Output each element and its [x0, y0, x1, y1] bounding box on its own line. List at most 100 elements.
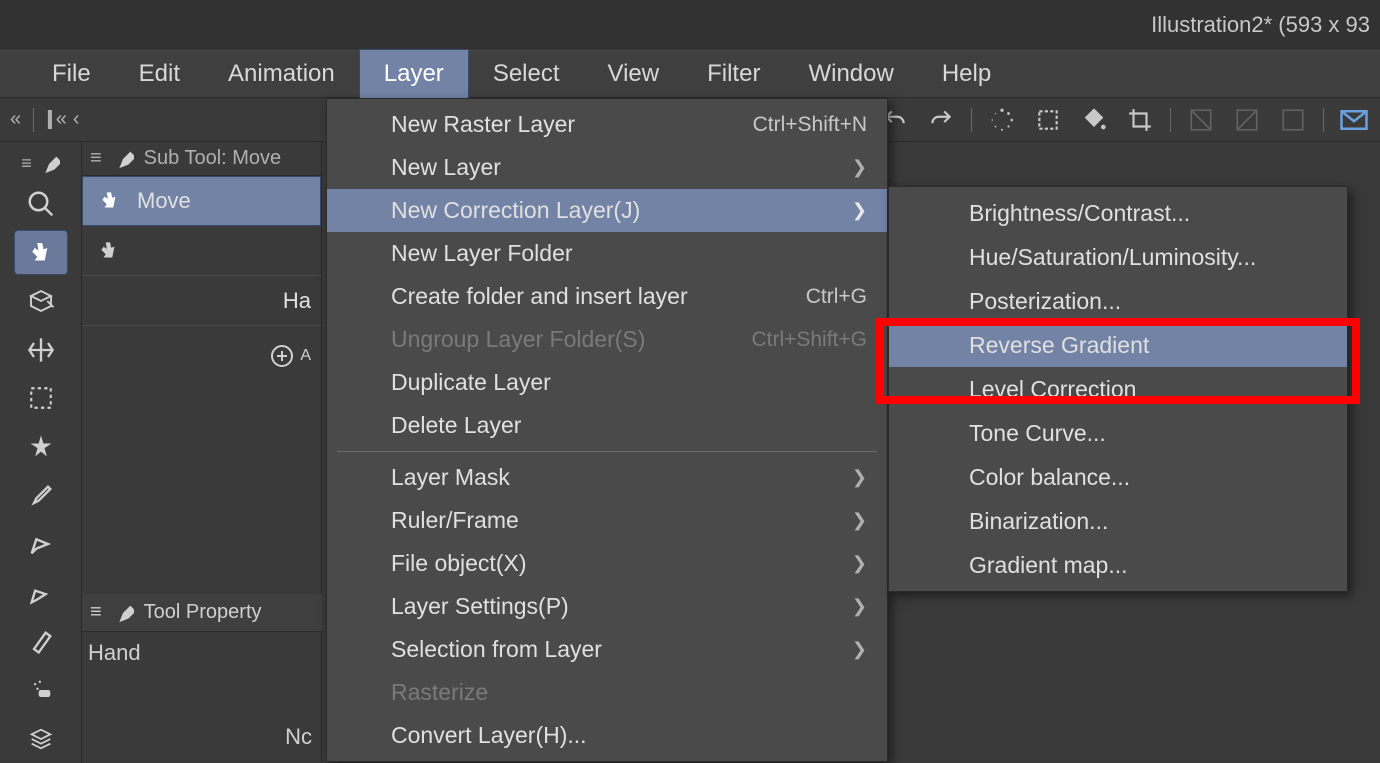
menu-animation[interactable]: Animation — [204, 50, 359, 98]
chevron-right-icon: ❯ — [852, 200, 867, 221]
auto-select-tool[interactable] — [14, 425, 68, 470]
menu-create-folder-insert[interactable]: Create folder and insert layer Ctrl+G — [327, 275, 887, 318]
chevron-double-left-icon[interactable]: « — [56, 108, 67, 131]
snap-ruler-icon[interactable] — [1225, 101, 1269, 139]
chevron-right-icon: ❯ — [852, 639, 867, 660]
toolbar-right — [873, 98, 1380, 142]
tool-property-name: Hand — [82, 632, 322, 674]
divider — [33, 108, 34, 132]
move-layer-tool[interactable] — [14, 328, 68, 373]
decoration-tool[interactable] — [14, 716, 68, 761]
subtool-move-label: Move — [137, 188, 191, 214]
menu-lines-icon: ≡ — [21, 153, 32, 174]
chevron-right-icon: ❯ — [852, 596, 867, 617]
chevron-right-icon: ❯ — [852, 157, 867, 178]
subtool-header-bar[interactable]: ≡ Sub Tool: Move — [82, 142, 321, 176]
loading-spinner-icon[interactable] — [980, 101, 1024, 139]
submenu-hue-saturation[interactable]: Hue/Saturation/Luminosity... — [889, 235, 1347, 279]
menu-layer-mask[interactable]: Layer Mask ❯ — [327, 456, 887, 499]
divider — [1170, 108, 1171, 132]
menu-view[interactable]: View — [584, 50, 684, 98]
chevron-right-icon: ❯ — [852, 553, 867, 574]
submenu-tone-curve[interactable]: Tone Curve... — [889, 411, 1347, 455]
menu-bar: File Edit Animation Layer Select View Fi… — [0, 50, 1380, 98]
subtool-hand-row[interactable] — [82, 226, 321, 276]
submenu-posterization[interactable]: Posterization... — [889, 279, 1347, 323]
chevron-right-icon: ❯ — [852, 510, 867, 531]
menu-new-correction-layer[interactable]: New Correction Layer(J) ❯ — [327, 189, 887, 232]
brush-icon — [38, 153, 60, 175]
menu-edit[interactable]: Edit — [115, 50, 204, 98]
fill-icon[interactable] — [1072, 101, 1116, 139]
menu-selection-from-layer[interactable]: Selection from Layer ❯ — [327, 628, 887, 671]
pencil-tool[interactable] — [14, 571, 68, 616]
tool-palette: ≡ — [0, 142, 82, 763]
clear-icon[interactable] — [1026, 101, 1070, 139]
tool-property-header[interactable]: ≡ Tool Property — [82, 594, 322, 632]
menu-lines-icon: ≡ — [90, 601, 102, 624]
subtool-move-row[interactable]: Move — [82, 176, 321, 226]
hand-icon — [97, 188, 123, 214]
submenu-gradient-map[interactable]: Gradient map... — [889, 543, 1347, 587]
airbrush-tool[interactable] — [14, 668, 68, 713]
add-label-partial: A — [300, 347, 311, 365]
crop-icon[interactable] — [1118, 101, 1162, 139]
palette-handle[interactable]: ≡ — [21, 148, 60, 180]
menu-file[interactable]: File — [28, 50, 115, 98]
menu-rasterize: Rasterize — [327, 671, 887, 714]
menu-duplicate-layer[interactable]: Duplicate Layer — [327, 361, 887, 404]
title-bar: Illustration2* (593 x 93 — [0, 0, 1380, 50]
submenu-color-balance[interactable]: Color balance... — [889, 455, 1347, 499]
tool-property-panel: ≡ Tool Property Hand Nc — [82, 594, 322, 750]
subtool-footer: A — [82, 326, 321, 368]
divider — [971, 108, 972, 132]
chevron-double-left-icon[interactable]: « — [10, 108, 21, 131]
submenu-level-correction[interactable]: Level Correction — [889, 367, 1347, 411]
submenu-reverse-gradient[interactable]: Reverse Gradient — [889, 323, 1347, 367]
hand-icon — [96, 238, 122, 264]
brush-icon — [112, 148, 134, 170]
menu-delete-layer[interactable]: Delete Layer — [327, 404, 887, 447]
menu-layer[interactable]: Layer — [359, 49, 469, 99]
menu-help[interactable]: Help — [918, 50, 1015, 98]
menu-window[interactable]: Window — [784, 50, 917, 98]
pen-tool[interactable] — [14, 522, 68, 567]
move-tool[interactable] — [14, 230, 68, 275]
menu-select[interactable]: Select — [469, 50, 584, 98]
snap-grid-icon[interactable] — [1179, 101, 1223, 139]
separator — [337, 451, 877, 452]
correction-layer-submenu: Brightness/Contrast... Hue/Saturation/Lu… — [888, 186, 1348, 592]
document-title: Illustration2* (593 x 93 — [1151, 12, 1370, 38]
submenu-brightness-contrast[interactable]: Brightness/Contrast... — [889, 191, 1347, 235]
eyedropper-tool[interactable] — [14, 473, 68, 518]
menu-new-raster-layer[interactable]: New Raster Layer Ctrl+Shift+N — [327, 103, 887, 146]
submenu-binarization[interactable]: Binarization... — [889, 499, 1347, 543]
menu-new-layer-folder[interactable]: New Layer Folder — [327, 232, 887, 275]
marquee-tool[interactable] — [14, 376, 68, 421]
snap-special-icon[interactable] — [1271, 101, 1315, 139]
menu-ungroup-folder: Ungroup Layer Folder(S) Ctrl+Shift+G — [327, 318, 887, 361]
subtool-ha-label: Ha — [283, 288, 311, 314]
menu-layer-settings[interactable]: Layer Settings(P) ❯ — [327, 585, 887, 628]
menu-new-layer[interactable]: New Layer ❯ — [327, 146, 887, 189]
layer-dropdown: New Raster Layer Ctrl+Shift+N New Layer … — [326, 98, 888, 762]
tool-property-footer: Nc — [82, 674, 322, 750]
tool-property-title: Tool Property — [144, 601, 262, 624]
menu-filter[interactable]: Filter — [683, 50, 784, 98]
subtool-title: Sub Tool: Move — [144, 147, 282, 170]
redo-icon[interactable] — [919, 101, 963, 139]
add-icon[interactable] — [270, 344, 294, 368]
mail-icon[interactable] — [1332, 101, 1376, 139]
menu-convert-layer[interactable]: Convert Layer(H)... — [327, 714, 887, 757]
subtool-partial-row[interactable]: Ha — [82, 276, 321, 326]
magnify-tool[interactable] — [14, 182, 68, 227]
menu-lines-icon: ≡ — [90, 147, 102, 170]
chevron-left-icon[interactable]: ‹ — [73, 108, 80, 131]
divider — [1323, 108, 1324, 132]
panel-drag-icon[interactable]: ||| — [46, 108, 50, 131]
menu-file-object[interactable]: File object(X) ❯ — [327, 542, 887, 585]
operation-tool[interactable] — [14, 279, 68, 324]
menu-ruler-frame[interactable]: Ruler/Frame ❯ — [327, 499, 887, 542]
brush-tool[interactable] — [14, 619, 68, 664]
chevron-right-icon: ❯ — [852, 467, 867, 488]
